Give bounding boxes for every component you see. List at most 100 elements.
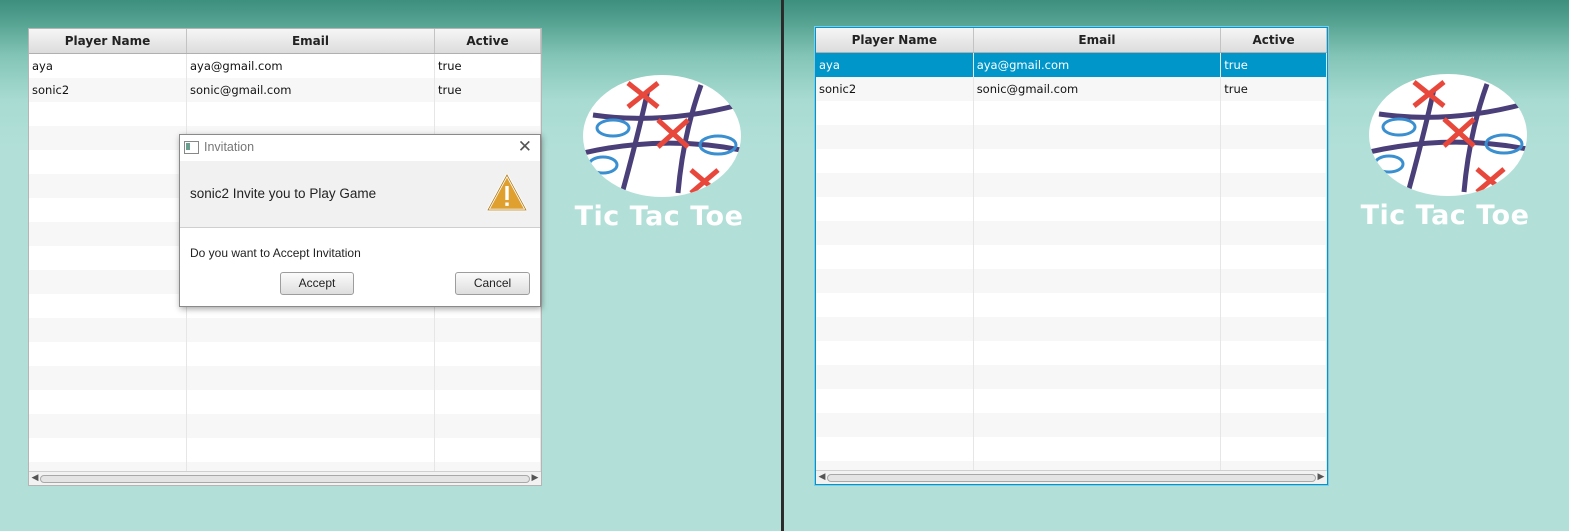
empty-cell	[29, 342, 187, 366]
empty-cell	[816, 461, 974, 470]
empty-cell	[816, 245, 974, 269]
empty-cell	[29, 270, 187, 294]
scroll-left-icon[interactable]: ◀	[817, 471, 827, 484]
scroll-right-icon[interactable]: ▶	[530, 472, 540, 485]
scrollbar-thumb[interactable]	[40, 475, 530, 483]
empty-table-row	[29, 102, 541, 126]
empty-table-row	[816, 269, 1327, 293]
column-header-email[interactable]: Email	[974, 28, 1222, 52]
dialog-titlebar[interactable]: Invitation ✕	[180, 135, 540, 160]
empty-cell	[1221, 437, 1327, 461]
dialog-content-text: Do you want to Accept Invitation	[190, 246, 361, 260]
empty-cell	[1221, 197, 1327, 221]
empty-cell	[816, 341, 974, 365]
scroll-right-icon[interactable]: ▶	[1316, 471, 1326, 484]
empty-cell	[974, 461, 1222, 470]
cell-active: true	[1221, 77, 1327, 101]
empty-cell	[435, 414, 541, 438]
empty-table-row	[816, 461, 1327, 470]
empty-table-row	[29, 414, 541, 438]
horizontal-scrollbar[interactable]: ◀ ▶	[816, 470, 1327, 484]
empty-cell	[435, 462, 541, 471]
cell-active: true	[1221, 53, 1327, 77]
players-table[interactable]: Player Name Email Active aya aya@gmail.co…	[815, 27, 1328, 485]
empty-cell	[816, 365, 974, 389]
empty-cell	[435, 390, 541, 414]
empty-cell	[187, 366, 435, 390]
empty-cell	[29, 462, 187, 471]
empty-cell	[816, 437, 974, 461]
empty-cell	[435, 366, 541, 390]
empty-cell	[1221, 413, 1327, 437]
empty-cell	[974, 365, 1222, 389]
empty-cell	[974, 221, 1222, 245]
column-header-active[interactable]: Active	[435, 29, 541, 53]
accept-button[interactable]: Accept	[280, 272, 354, 295]
window-icon	[184, 141, 199, 154]
tic-tac-toe-logo-icon	[583, 75, 741, 197]
empty-cell	[816, 317, 974, 341]
empty-cell	[1221, 269, 1327, 293]
cell-email: aya@gmail.com	[974, 53, 1222, 77]
empty-cell	[1221, 365, 1327, 389]
scroll-left-icon[interactable]: ◀	[30, 472, 40, 485]
table-row[interactable]: aya aya@gmail.com true	[816, 53, 1327, 77]
empty-cell	[29, 198, 187, 222]
empty-cell	[187, 414, 435, 438]
empty-table-row	[29, 438, 541, 462]
empty-cell	[1221, 101, 1327, 125]
empty-cell	[1221, 317, 1327, 341]
empty-cell	[974, 437, 1222, 461]
column-header-player-name[interactable]: Player Name	[29, 29, 187, 53]
horizontal-scrollbar[interactable]: ◀ ▶	[29, 471, 541, 485]
empty-cell	[974, 149, 1222, 173]
empty-cell	[974, 293, 1222, 317]
table-row[interactable]: sonic2 sonic@gmail.com true	[29, 78, 541, 102]
empty-cell	[29, 294, 187, 318]
cell-player-name: aya	[29, 54, 187, 78]
empty-cell	[974, 413, 1222, 437]
empty-table-row	[816, 413, 1327, 437]
table-row[interactable]: aya aya@gmail.com true	[29, 54, 541, 78]
empty-cell	[29, 102, 187, 126]
invitation-dialog: Invitation ✕ sonic2 Invite you to Play G…	[179, 134, 541, 307]
column-header-player-name[interactable]: Player Name	[816, 28, 974, 52]
cell-active: true	[435, 78, 541, 102]
empty-cell	[187, 102, 435, 126]
table-body: aya aya@gmail.com true sonic2 sonic@gmail.co…	[816, 53, 1327, 470]
table-row[interactable]: sonic2 sonic@gmail.com true	[816, 77, 1327, 101]
empty-cell	[816, 269, 974, 293]
empty-cell	[435, 342, 541, 366]
empty-cell	[435, 438, 541, 462]
empty-cell	[29, 438, 187, 462]
empty-cell	[29, 126, 187, 150]
empty-table-row	[816, 173, 1327, 197]
column-header-active[interactable]: Active	[1221, 28, 1327, 52]
column-header-email[interactable]: Email	[187, 29, 435, 53]
empty-table-row	[29, 390, 541, 414]
empty-cell	[1221, 221, 1327, 245]
empty-cell	[974, 197, 1222, 221]
cell-email: sonic@gmail.com	[974, 77, 1222, 101]
close-icon[interactable]: ✕	[518, 137, 532, 157]
empty-cell	[435, 102, 541, 126]
dialog-header: sonic2 Invite you to Play Game	[180, 161, 540, 228]
empty-table-row	[816, 197, 1327, 221]
empty-table-row	[816, 341, 1327, 365]
empty-cell	[816, 221, 974, 245]
empty-cell	[1221, 125, 1327, 149]
logo-title: Tic Tac Toe	[1360, 200, 1530, 231]
empty-table-row	[816, 149, 1327, 173]
empty-cell	[816, 173, 974, 197]
cell-player-name: sonic2	[816, 77, 974, 101]
empty-table-row	[816, 389, 1327, 413]
dialog-title: Invitation	[204, 140, 255, 154]
app-logo: Tic Tac Toe	[1359, 74, 1531, 234]
empty-cell	[29, 150, 187, 174]
scrollbar-thumb[interactable]	[827, 474, 1316, 482]
cancel-button[interactable]: Cancel	[455, 272, 530, 295]
empty-cell	[29, 174, 187, 198]
logo-title: Tic Tac Toe	[574, 201, 744, 232]
left-game-window: Player Name Email Active aya aya@gmail.co…	[0, 0, 781, 531]
empty-cell	[816, 293, 974, 317]
